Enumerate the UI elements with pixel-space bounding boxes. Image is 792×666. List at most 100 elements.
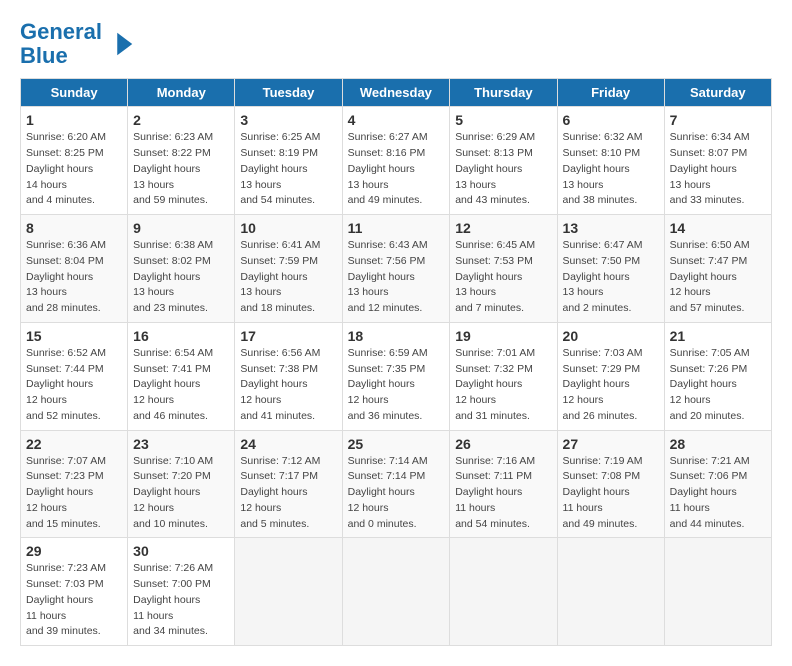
day-detail: Sunrise: 6:45 AMSunset: 7:53 PMDaylight … <box>455 239 535 314</box>
day-detail: Sunrise: 6:41 AMSunset: 7:59 PMDaylight … <box>240 239 320 314</box>
col-wednesday: Wednesday <box>342 79 450 107</box>
calendar-cell: 9 Sunrise: 6:38 AMSunset: 8:02 PMDayligh… <box>128 215 235 323</box>
day-detail: Sunrise: 6:23 AMSunset: 8:22 PMDaylight … <box>133 131 213 206</box>
calendar-cell: 1 Sunrise: 6:20 AMSunset: 8:25 PMDayligh… <box>21 107 128 215</box>
day-detail: Sunrise: 7:16 AMSunset: 7:11 PMDaylight … <box>455 455 535 530</box>
calendar-cell: 3 Sunrise: 6:25 AMSunset: 8:19 PMDayligh… <box>235 107 342 215</box>
day-detail: Sunrise: 7:19 AMSunset: 7:08 PMDaylight … <box>563 455 643 530</box>
day-number: 14 <box>670 220 766 236</box>
day-number: 16 <box>133 328 229 344</box>
calendar-cell: 14 Sunrise: 6:50 AMSunset: 7:47 PMDaylig… <box>664 215 771 323</box>
day-number: 13 <box>563 220 659 236</box>
calendar-cell: 23 Sunrise: 7:10 AMSunset: 7:20 PMDaylig… <box>128 430 235 538</box>
day-number: 23 <box>133 436 229 452</box>
col-saturday: Saturday <box>664 79 771 107</box>
day-detail: Sunrise: 7:10 AMSunset: 7:20 PMDaylight … <box>133 455 213 530</box>
day-detail: Sunrise: 7:12 AMSunset: 7:17 PMDaylight … <box>240 455 320 530</box>
day-number: 12 <box>455 220 551 236</box>
logo-icon <box>106 29 136 59</box>
calendar-week-row: 15 Sunrise: 6:52 AMSunset: 7:44 PMDaylig… <box>21 322 772 430</box>
calendar-cell: 19 Sunrise: 7:01 AMSunset: 7:32 PMDaylig… <box>450 322 557 430</box>
day-detail: Sunrise: 6:52 AMSunset: 7:44 PMDaylight … <box>26 347 106 422</box>
day-detail: Sunrise: 7:14 AMSunset: 7:14 PMDaylight … <box>348 455 428 530</box>
day-number: 27 <box>563 436 659 452</box>
day-number: 8 <box>26 220 122 236</box>
day-number: 18 <box>348 328 445 344</box>
day-number: 1 <box>26 112 122 128</box>
calendar-cell: 21 Sunrise: 7:05 AMSunset: 7:26 PMDaylig… <box>664 322 771 430</box>
col-friday: Friday <box>557 79 664 107</box>
calendar-cell: 22 Sunrise: 7:07 AMSunset: 7:23 PMDaylig… <box>21 430 128 538</box>
day-number: 15 <box>26 328 122 344</box>
col-monday: Monday <box>128 79 235 107</box>
col-tuesday: Tuesday <box>235 79 342 107</box>
day-detail: Sunrise: 7:05 AMSunset: 7:26 PMDaylight … <box>670 347 750 422</box>
day-detail: Sunrise: 6:36 AMSunset: 8:04 PMDaylight … <box>26 239 106 314</box>
day-number: 6 <box>563 112 659 128</box>
calendar-cell: 30 Sunrise: 7:26 AMSunset: 7:00 PMDaylig… <box>128 538 235 646</box>
calendar-cell: 16 Sunrise: 6:54 AMSunset: 7:41 PMDaylig… <box>128 322 235 430</box>
calendar-cell: 20 Sunrise: 7:03 AMSunset: 7:29 PMDaylig… <box>557 322 664 430</box>
day-detail: Sunrise: 6:27 AMSunset: 8:16 PMDaylight … <box>348 131 428 206</box>
calendar-cell: 2 Sunrise: 6:23 AMSunset: 8:22 PMDayligh… <box>128 107 235 215</box>
day-number: 7 <box>670 112 766 128</box>
day-detail: Sunrise: 7:01 AMSunset: 7:32 PMDaylight … <box>455 347 535 422</box>
logo-text: GeneralBlue <box>20 20 102 68</box>
day-detail: Sunrise: 6:54 AMSunset: 7:41 PMDaylight … <box>133 347 213 422</box>
day-number: 21 <box>670 328 766 344</box>
day-detail: Sunrise: 7:21 AMSunset: 7:06 PMDaylight … <box>670 455 750 530</box>
calendar-cell: 25 Sunrise: 7:14 AMSunset: 7:14 PMDaylig… <box>342 430 450 538</box>
day-detail: Sunrise: 6:32 AMSunset: 8:10 PMDaylight … <box>563 131 643 206</box>
day-detail: Sunrise: 7:26 AMSunset: 7:00 PMDaylight … <box>133 562 213 637</box>
day-detail: Sunrise: 6:59 AMSunset: 7:35 PMDaylight … <box>348 347 428 422</box>
calendar-header-row: Sunday Monday Tuesday Wednesday Thursday… <box>21 79 772 107</box>
day-number: 5 <box>455 112 551 128</box>
calendar-cell: 15 Sunrise: 6:52 AMSunset: 7:44 PMDaylig… <box>21 322 128 430</box>
day-number: 17 <box>240 328 336 344</box>
calendar-week-row: 1 Sunrise: 6:20 AMSunset: 8:25 PMDayligh… <box>21 107 772 215</box>
calendar-cell: 12 Sunrise: 6:45 AMSunset: 7:53 PMDaylig… <box>450 215 557 323</box>
day-number: 29 <box>26 543 122 559</box>
calendar-cell: 29 Sunrise: 7:23 AMSunset: 7:03 PMDaylig… <box>21 538 128 646</box>
calendar-cell <box>235 538 342 646</box>
calendar-week-row: 8 Sunrise: 6:36 AMSunset: 8:04 PMDayligh… <box>21 215 772 323</box>
calendar-cell <box>664 538 771 646</box>
day-number: 11 <box>348 220 445 236</box>
calendar-cell: 18 Sunrise: 6:59 AMSunset: 7:35 PMDaylig… <box>342 322 450 430</box>
calendar-week-row: 29 Sunrise: 7:23 AMSunset: 7:03 PMDaylig… <box>21 538 772 646</box>
day-number: 25 <box>348 436 445 452</box>
day-number: 3 <box>240 112 336 128</box>
day-detail: Sunrise: 6:56 AMSunset: 7:38 PMDaylight … <box>240 347 320 422</box>
day-detail: Sunrise: 6:47 AMSunset: 7:50 PMDaylight … <box>563 239 643 314</box>
day-detail: Sunrise: 7:03 AMSunset: 7:29 PMDaylight … <box>563 347 643 422</box>
calendar-cell <box>557 538 664 646</box>
day-detail: Sunrise: 6:20 AMSunset: 8:25 PMDaylight … <box>26 131 106 206</box>
page-header: GeneralBlue <box>20 20 772 68</box>
day-number: 28 <box>670 436 766 452</box>
day-number: 19 <box>455 328 551 344</box>
day-detail: Sunrise: 6:38 AMSunset: 8:02 PMDaylight … <box>133 239 213 314</box>
calendar-cell: 10 Sunrise: 6:41 AMSunset: 7:59 PMDaylig… <box>235 215 342 323</box>
day-number: 26 <box>455 436 551 452</box>
day-number: 9 <box>133 220 229 236</box>
calendar-cell: 6 Sunrise: 6:32 AMSunset: 8:10 PMDayligh… <box>557 107 664 215</box>
day-number: 24 <box>240 436 336 452</box>
day-number: 10 <box>240 220 336 236</box>
col-sunday: Sunday <box>21 79 128 107</box>
calendar-cell: 13 Sunrise: 6:47 AMSunset: 7:50 PMDaylig… <box>557 215 664 323</box>
day-number: 22 <box>26 436 122 452</box>
calendar-cell: 17 Sunrise: 6:56 AMSunset: 7:38 PMDaylig… <box>235 322 342 430</box>
day-detail: Sunrise: 6:43 AMSunset: 7:56 PMDaylight … <box>348 239 428 314</box>
day-detail: Sunrise: 6:29 AMSunset: 8:13 PMDaylight … <box>455 131 535 206</box>
calendar-cell: 27 Sunrise: 7:19 AMSunset: 7:08 PMDaylig… <box>557 430 664 538</box>
calendar-week-row: 22 Sunrise: 7:07 AMSunset: 7:23 PMDaylig… <box>21 430 772 538</box>
calendar-cell: 24 Sunrise: 7:12 AMSunset: 7:17 PMDaylig… <box>235 430 342 538</box>
calendar-cell: 4 Sunrise: 6:27 AMSunset: 8:16 PMDayligh… <box>342 107 450 215</box>
logo: GeneralBlue <box>20 20 136 68</box>
calendar-cell: 26 Sunrise: 7:16 AMSunset: 7:11 PMDaylig… <box>450 430 557 538</box>
day-detail: Sunrise: 6:25 AMSunset: 8:19 PMDaylight … <box>240 131 320 206</box>
day-number: 30 <box>133 543 229 559</box>
day-detail: Sunrise: 7:07 AMSunset: 7:23 PMDaylight … <box>26 455 106 530</box>
calendar-cell: 5 Sunrise: 6:29 AMSunset: 8:13 PMDayligh… <box>450 107 557 215</box>
col-thursday: Thursday <box>450 79 557 107</box>
